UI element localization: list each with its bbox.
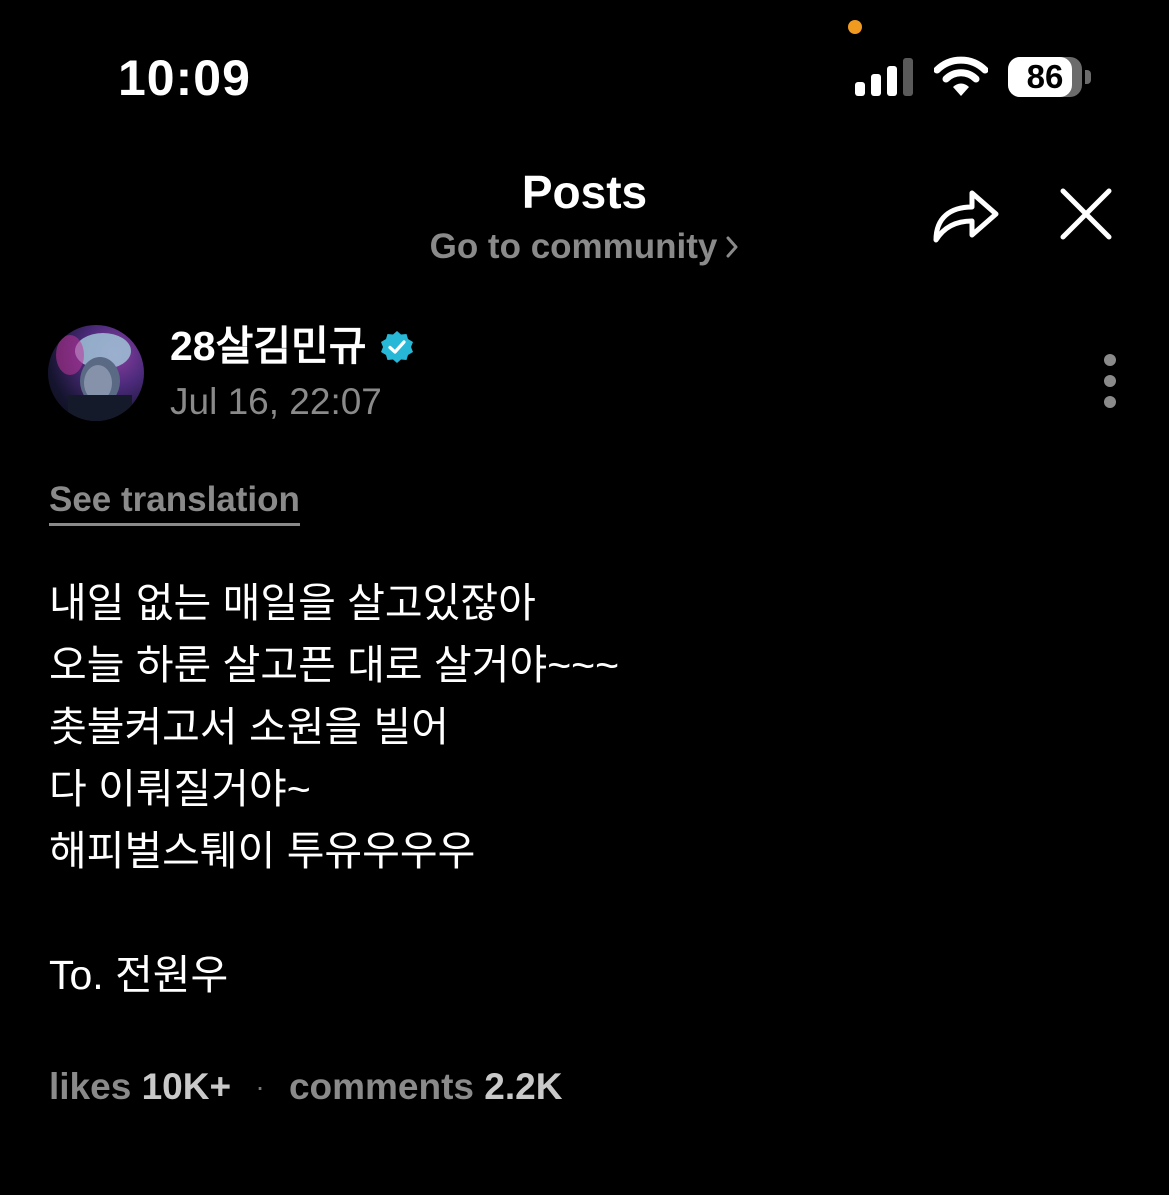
post-line: 촛불켜고서 소원을 빌어 [49,704,449,750]
status-time: 10:09 [118,50,251,106]
go-to-community-label: Go to community [429,227,718,266]
chevron-right-icon [726,236,738,258]
comments-count[interactable]: 2.2K [484,1066,562,1107]
wifi-icon [934,56,988,96]
post-body: 내일 없는 매일을 살고있잖아 오늘 하룬 살고픈 대로 살거야~~~ 촛불켜고… [49,572,619,1006]
see-translation-link[interactable]: See translation [49,480,300,526]
author-avatar[interactable] [48,325,144,421]
likes-count[interactable]: 10K+ [142,1066,231,1107]
stats-separator: · [255,1071,265,1102]
post-line: 해피벌스퉤이 투유우우우 [49,828,476,874]
verified-badge-icon [381,331,413,363]
battery-cap [1085,70,1091,84]
battery-percentage: 86 [1026,58,1064,95]
avatar-image [56,333,132,421]
likes-label[interactable]: likes [49,1066,131,1107]
battery-indicator: 86 [1008,57,1082,97]
post-line-blank [49,882,619,944]
comments-label[interactable]: comments [289,1066,474,1107]
privacy-indicator-dot [848,20,862,34]
post-stats: likes 10K+ · comments 2.2K [49,1064,562,1110]
cellular-signal-icon [855,58,913,96]
post-line: 다 이뤄질거야~ [49,766,311,812]
post-timestamp: Jul 16, 22:07 [170,381,382,422]
more-options-icon[interactable] [1096,352,1124,412]
post-line: 오늘 하룬 살고픈 대로 살거야~~~ [49,642,620,688]
post-line: 내일 없는 매일을 살고있잖아 [49,580,536,626]
author-name[interactable]: 28살김민규 [170,322,366,370]
close-icon[interactable] [1058,186,1114,242]
share-icon[interactable] [930,182,1002,246]
post-line: To. 전원우 [49,952,229,998]
